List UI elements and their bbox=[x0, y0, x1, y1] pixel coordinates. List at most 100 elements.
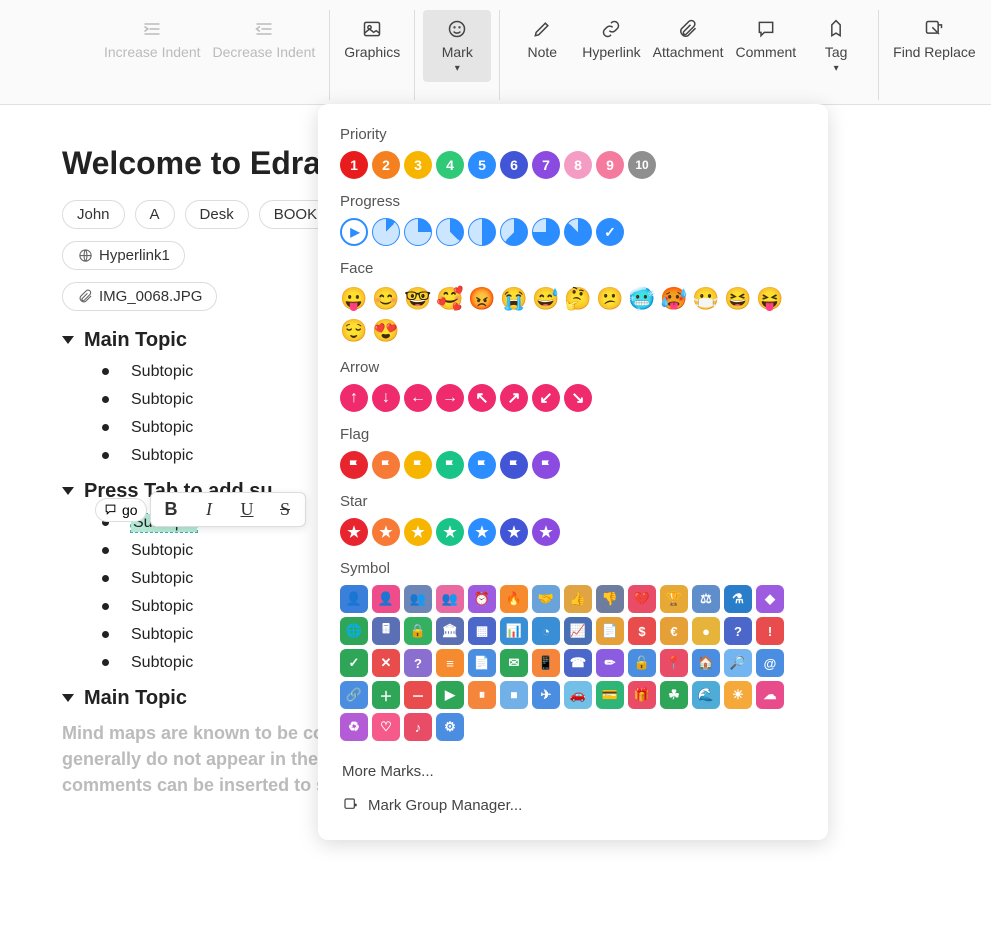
priority-mark[interactable]: 2 bbox=[372, 151, 400, 179]
progress-mark[interactable] bbox=[372, 218, 400, 246]
symbol-mark[interactable]: ☀ bbox=[724, 681, 752, 709]
symbol-mark[interactable]: ✉ bbox=[500, 649, 528, 677]
progress-mark[interactable] bbox=[564, 218, 592, 246]
symbol-mark[interactable]: 🎁 bbox=[628, 681, 656, 709]
tag-chip[interactable]: A bbox=[135, 200, 175, 229]
face-mark[interactable]: 😊 bbox=[372, 285, 400, 313]
face-mark[interactable]: 😕 bbox=[596, 285, 624, 313]
arrow-mark[interactable]: ↓ bbox=[372, 384, 400, 412]
tag-chip[interactable]: John bbox=[62, 200, 125, 229]
flag-mark[interactable] bbox=[436, 451, 464, 479]
symbol-mark[interactable]: ⏸ bbox=[468, 681, 496, 709]
symbol-mark[interactable]: ⏰ bbox=[468, 585, 496, 613]
arrow-mark[interactable]: ↖ bbox=[468, 384, 496, 412]
priority-mark[interactable]: 10 bbox=[628, 151, 656, 179]
symbol-mark[interactable]: ✏ bbox=[596, 649, 624, 677]
symbol-mark[interactable]: 👤 bbox=[372, 585, 400, 613]
face-mark[interactable]: 🤔 bbox=[564, 285, 592, 313]
find-replace-button[interactable]: Find Replace bbox=[887, 10, 982, 69]
face-mark[interactable]: 😆 bbox=[724, 285, 752, 313]
symbol-mark[interactable]: ◔ bbox=[532, 617, 560, 645]
arrow-mark[interactable]: ↙ bbox=[532, 384, 560, 412]
symbol-mark[interactable]: 📄 bbox=[596, 617, 624, 645]
face-mark[interactable]: 😭 bbox=[500, 285, 528, 313]
symbol-mark[interactable]: ? bbox=[404, 649, 432, 677]
priority-mark[interactable]: 3 bbox=[404, 151, 432, 179]
symbol-mark[interactable]: ✓ bbox=[340, 649, 368, 677]
progress-mark[interactable] bbox=[468, 218, 496, 246]
hyperlink-chip[interactable]: Hyperlink1 bbox=[62, 241, 185, 270]
tag-button[interactable]: Tag ▾ bbox=[802, 10, 870, 82]
symbol-mark[interactable]: 📄 bbox=[468, 649, 496, 677]
symbol-mark[interactable]: 👍 bbox=[564, 585, 592, 613]
hyperlink-button[interactable]: Hyperlink bbox=[576, 10, 646, 69]
progress-mark[interactable] bbox=[532, 218, 560, 246]
face-mark[interactable]: 🥵 bbox=[660, 285, 688, 313]
symbol-mark[interactable]: 🌊 bbox=[692, 681, 720, 709]
symbol-mark[interactable]: ⏹ bbox=[500, 681, 528, 709]
symbol-mark[interactable]: € bbox=[660, 617, 688, 645]
symbol-mark[interactable]: 🔗 bbox=[340, 681, 368, 709]
face-mark[interactable]: 😍 bbox=[372, 317, 400, 345]
progress-mark[interactable]: ✓ bbox=[596, 218, 624, 246]
mark-button[interactable]: Mark ▾ bbox=[423, 10, 491, 82]
symbol-mark[interactable]: 💔 bbox=[628, 585, 656, 613]
symbol-mark[interactable]: ✕ bbox=[372, 649, 400, 677]
symbol-mark[interactable]: 🔎 bbox=[724, 649, 752, 677]
arrow-mark[interactable]: ↑ bbox=[340, 384, 368, 412]
symbol-mark[interactable]: ☁ bbox=[756, 681, 784, 709]
increase-indent-button[interactable]: Increase Indent bbox=[98, 10, 207, 69]
symbol-mark[interactable]: ⚖ bbox=[692, 585, 720, 613]
face-mark[interactable]: 🥰 bbox=[436, 285, 464, 313]
collapse-toggle-icon[interactable] bbox=[62, 336, 74, 344]
decrease-indent-button[interactable]: Decrease Indent bbox=[207, 10, 322, 69]
collapse-toggle-icon[interactable] bbox=[62, 694, 74, 702]
star-mark[interactable]: ★ bbox=[372, 518, 400, 546]
symbol-mark[interactable]: ♡ bbox=[372, 713, 400, 741]
attachment-chip[interactable]: IMG_0068.JPG bbox=[62, 282, 217, 311]
face-mark[interactable]: 🤓 bbox=[404, 285, 432, 313]
symbol-mark[interactable]: 🌐 bbox=[340, 617, 368, 645]
priority-mark[interactable]: 8 bbox=[564, 151, 592, 179]
symbol-mark[interactable]: ⚗ bbox=[724, 585, 752, 613]
symbol-mark[interactable]: 👎 bbox=[596, 585, 624, 613]
face-mark[interactable]: 😷 bbox=[692, 285, 720, 313]
symbol-mark[interactable]: － bbox=[404, 681, 432, 709]
priority-mark[interactable]: 1 bbox=[340, 151, 368, 179]
star-mark[interactable]: ★ bbox=[532, 518, 560, 546]
symbol-mark[interactable]: $ bbox=[628, 617, 656, 645]
face-mark[interactable]: 😛 bbox=[340, 285, 368, 313]
progress-mark[interactable] bbox=[404, 218, 432, 246]
arrow-mark[interactable]: ↗ bbox=[500, 384, 528, 412]
symbol-mark[interactable]: ? bbox=[724, 617, 752, 645]
graphics-button[interactable]: Graphics bbox=[338, 10, 406, 69]
symbol-mark[interactable]: ✈ bbox=[532, 681, 560, 709]
italic-button[interactable]: I bbox=[199, 499, 219, 520]
symbol-mark[interactable]: ≡ bbox=[436, 649, 464, 677]
flag-mark[interactable] bbox=[500, 451, 528, 479]
symbol-mark[interactable]: 💳 bbox=[596, 681, 624, 709]
underline-button[interactable]: U bbox=[237, 499, 257, 520]
symbol-mark[interactable]: ♪ bbox=[404, 713, 432, 741]
star-mark[interactable]: ★ bbox=[468, 518, 496, 546]
symbol-mark[interactable]: 📊 bbox=[500, 617, 528, 645]
bold-button[interactable]: B bbox=[161, 499, 181, 520]
flag-mark[interactable] bbox=[532, 451, 560, 479]
attachment-button[interactable]: Attachment bbox=[647, 10, 730, 69]
symbol-mark[interactable]: 📱 bbox=[532, 649, 560, 677]
symbol-mark[interactable]: ▦ bbox=[468, 617, 496, 645]
progress-mark[interactable]: ▶ bbox=[340, 218, 368, 246]
mark-group-manager-button[interactable]: Mark Group Manager... bbox=[340, 788, 806, 822]
face-mark[interactable]: 🥶 bbox=[628, 285, 656, 313]
star-mark[interactable]: ★ bbox=[500, 518, 528, 546]
face-mark[interactable]: 😅 bbox=[532, 285, 560, 313]
symbol-mark[interactable]: 📈 bbox=[564, 617, 592, 645]
symbol-mark[interactable]: ▶ bbox=[436, 681, 464, 709]
priority-mark[interactable]: 4 bbox=[436, 151, 464, 179]
face-mark[interactable]: 😌 bbox=[340, 317, 368, 345]
symbol-mark[interactable]: 🔥 bbox=[500, 585, 528, 613]
flag-mark[interactable] bbox=[404, 451, 432, 479]
symbol-mark[interactable]: 🏠 bbox=[692, 649, 720, 677]
priority-mark[interactable]: 5 bbox=[468, 151, 496, 179]
flag-mark[interactable] bbox=[468, 451, 496, 479]
